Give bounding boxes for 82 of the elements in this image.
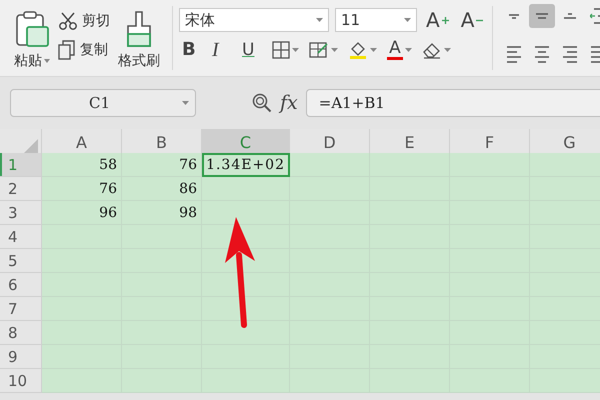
caret-icon[interactable]: [331, 48, 338, 52]
table-cell[interactable]: [530, 153, 600, 177]
font-name-field[interactable]: 宋体: [179, 8, 329, 32]
table-style-icon: [309, 41, 329, 59]
copy-icon: [58, 40, 76, 60]
row-header[interactable]: 10: [0, 369, 42, 393]
table-cell[interactable]: [290, 369, 370, 393]
table-cell[interactable]: [370, 153, 450, 177]
table-cell[interactable]: [202, 321, 290, 345]
font-name: 宋体: [185, 10, 215, 30]
table-cell[interactable]: [290, 177, 370, 201]
table-cell[interactable]: [450, 153, 530, 177]
row-header[interactable]: 2: [0, 177, 42, 201]
italic-button[interactable]: I: [209, 38, 235, 62]
table-cell[interactable]: [530, 369, 600, 393]
row-header[interactable]: 7: [0, 297, 42, 321]
font-color-button[interactable]: A: [384, 38, 415, 62]
caret-icon[interactable]: [405, 48, 412, 52]
table-cell[interactable]: 1.34E+02: [202, 153, 290, 177]
caret-icon[interactable]: [404, 18, 411, 22]
table-cell[interactable]: [202, 177, 290, 201]
table-cell[interactable]: [202, 297, 290, 321]
table-cell[interactable]: [42, 345, 122, 369]
table-cell[interactable]: [42, 321, 122, 345]
function-button[interactable]: fx: [280, 92, 298, 114]
row-header[interactable]: 8: [0, 321, 42, 345]
font-size: 11: [341, 11, 360, 29]
table-cell[interactable]: [122, 369, 202, 393]
row-header[interactable]: 9: [0, 345, 42, 369]
paste-button[interactable]: 粘贴: [10, 10, 54, 70]
underline-button[interactable]: U: [239, 38, 265, 62]
align-middle-icon: [536, 13, 548, 19]
table-cell[interactable]: [42, 273, 122, 297]
caret-icon[interactable]: [292, 48, 299, 52]
paint-brush-icon: [124, 10, 154, 48]
zoom-icon[interactable]: [252, 93, 272, 113]
table-cell[interactable]: [42, 297, 122, 321]
table-cell[interactable]: [202, 201, 290, 225]
table-cell[interactable]: 96: [42, 201, 122, 225]
triangle-icon: [24, 139, 38, 153]
increase-font-size-button[interactable]: A: [423, 8, 452, 32]
font-size-field[interactable]: 11: [335, 8, 417, 32]
eraser-icon: [422, 41, 442, 59]
align-bottom-icon: [564, 13, 576, 19]
copy-button[interactable]: 复制: [58, 40, 110, 60]
caret-icon[interactable]: [182, 101, 189, 105]
decrease-font-size-button[interactable]: A: [458, 8, 486, 32]
table-cell[interactable]: [42, 225, 122, 249]
table-cell[interactable]: [202, 369, 290, 393]
table-cell[interactable]: [450, 369, 530, 393]
clipboard-icon: [14, 10, 50, 48]
row-header[interactable]: 3: [0, 201, 42, 225]
align-right-icon: [563, 46, 578, 62]
table-cell[interactable]: [202, 273, 290, 297]
table-cell[interactable]: 76: [122, 153, 202, 177]
table-cell[interactable]: [42, 249, 122, 273]
table-cell[interactable]: 98: [122, 201, 202, 225]
formula-input[interactable]: =A1+B1: [306, 89, 600, 117]
table-cell[interactable]: [370, 369, 450, 393]
bold-button[interactable]: B: [179, 38, 205, 62]
table-cell[interactable]: 58: [42, 153, 122, 177]
caret-icon[interactable]: [316, 18, 323, 22]
align-top-icon: [509, 14, 520, 18]
caret-icon[interactable]: [444, 48, 451, 52]
cut-button[interactable]: 剪切: [58, 12, 110, 30]
align-center-icon: [535, 46, 550, 62]
row-header[interactable]: 4: [0, 225, 42, 249]
caret-icon[interactable]: [44, 59, 50, 63]
name-box[interactable]: C1: [10, 89, 196, 117]
table-cell[interactable]: 86: [122, 177, 202, 201]
row-header[interactable]: 5: [0, 249, 42, 273]
caret-icon[interactable]: [370, 48, 377, 52]
middle-align-button[interactable]: [529, 4, 556, 28]
scissors-icon: [58, 12, 78, 30]
format-painter-button[interactable]: 格式刷: [114, 10, 164, 70]
table-cell[interactable]: 76: [42, 177, 122, 201]
table-cell[interactable]: [290, 153, 370, 177]
borders-icon: [272, 41, 290, 59]
plus-icon: [442, 16, 449, 24]
table-cell[interactable]: [42, 369, 122, 393]
row-header[interactable]: 6: [0, 273, 42, 297]
align-left-icon: [507, 46, 522, 62]
